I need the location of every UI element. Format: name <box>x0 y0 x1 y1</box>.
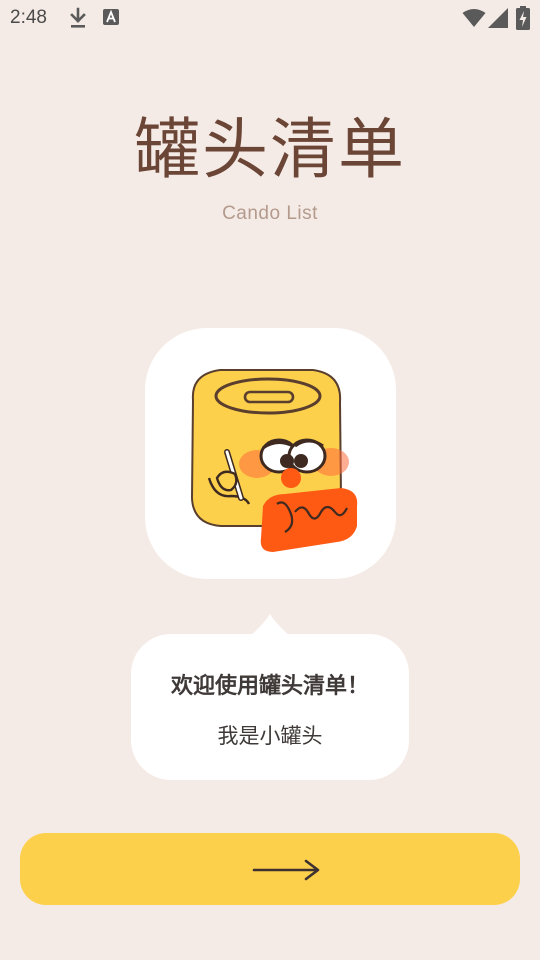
next-button[interactable] <box>20 833 520 905</box>
app-subtitle: Cando List <box>222 203 318 224</box>
mascot-card <box>145 328 396 579</box>
a-notification-icon <box>103 9 119 29</box>
wifi-icon <box>462 8 486 32</box>
speech-bubble: 欢迎使用罐头清单！ 我是小罐头 <box>131 634 409 780</box>
status-time: 2:48 <box>10 7 47 28</box>
status-bar: 2:48 <box>0 0 540 36</box>
signal-icon <box>488 8 508 32</box>
welcome-title: 欢迎使用罐头清单！ <box>170 674 369 699</box>
download-icon <box>69 7 87 33</box>
welcome-text: 我是小罐头 <box>217 724 323 748</box>
app-title: 罐头清单 <box>134 111 406 188</box>
jar-mascot-icon <box>190 369 358 552</box>
battery-charging-icon <box>516 6 530 34</box>
arrow-right-icon <box>252 859 320 881</box>
